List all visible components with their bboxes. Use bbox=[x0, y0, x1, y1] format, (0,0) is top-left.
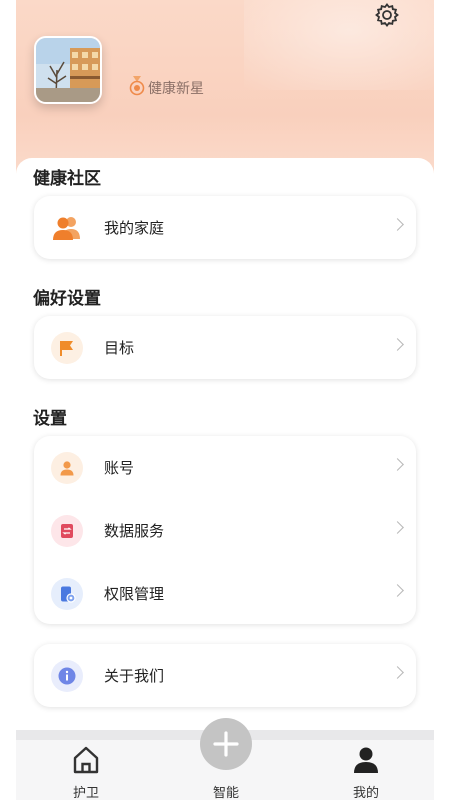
card-community: 我的家庭 bbox=[34, 196, 416, 259]
tab-smart[interactable]: 智能 bbox=[186, 740, 266, 800]
list-item-label: 目标 bbox=[104, 339, 135, 357]
settings-content: 健康社区 我的家庭 偏好设置 目标 设置 账号 数据服务 权限管理 关于我们 bbox=[16, 158, 434, 730]
list-item-my-family[interactable]: 我的家庭 bbox=[34, 196, 416, 259]
list-item-permissions[interactable]: 权限管理 bbox=[34, 562, 416, 625]
chevron-right-icon bbox=[391, 521, 404, 534]
data-service-icon bbox=[51, 514, 83, 547]
gear-icon[interactable] bbox=[372, 0, 402, 30]
list-item-label: 账号 bbox=[104, 459, 135, 477]
list-item-account[interactable]: 账号 bbox=[34, 436, 416, 499]
home-icon bbox=[70, 744, 102, 776]
chevron-right-icon bbox=[391, 666, 404, 679]
medal-icon bbox=[129, 76, 145, 100]
tab-guard[interactable]: 护卫 bbox=[46, 740, 126, 800]
section-title-preferences: 偏好设置 bbox=[33, 289, 101, 309]
list-item-label: 权限管理 bbox=[104, 585, 165, 603]
tab-label: 智能 bbox=[212, 786, 239, 800]
card-preferences: 目标 bbox=[34, 316, 416, 379]
chevron-right-icon bbox=[391, 584, 404, 597]
chevron-right-icon bbox=[391, 458, 404, 471]
list-item-data-service[interactable]: 数据服务 bbox=[34, 499, 416, 562]
tab-label: 我的 bbox=[352, 786, 379, 800]
list-item-about-us[interactable]: 关于我们 bbox=[34, 644, 416, 707]
info-icon bbox=[51, 659, 83, 692]
section-title-community: 健康社区 bbox=[33, 169, 101, 189]
card-settings: 账号 数据服务 权限管理 bbox=[34, 436, 416, 624]
family-icon bbox=[51, 212, 83, 244]
avatar[interactable] bbox=[34, 36, 102, 104]
list-item-goal[interactable]: 目标 bbox=[34, 316, 416, 379]
tab-label: 护卫 bbox=[72, 786, 99, 800]
permission-icon bbox=[51, 577, 83, 610]
card-about: 关于我们 bbox=[34, 644, 416, 707]
user-icon bbox=[51, 451, 83, 484]
chevron-right-icon bbox=[391, 218, 404, 231]
flag-icon bbox=[51, 331, 83, 364]
list-item-label: 数据服务 bbox=[104, 522, 165, 540]
list-item-label: 关于我们 bbox=[104, 667, 165, 685]
person-icon bbox=[350, 744, 382, 776]
tab-mine[interactable]: 我的 bbox=[326, 740, 406, 800]
profile-page: 健康新星 健康社区 我的家庭 偏好设置 目标 设置 账号 数据服务 权限管理 关… bbox=[16, 0, 434, 800]
chevron-right-icon bbox=[391, 338, 404, 351]
list-item-label: 我的家庭 bbox=[104, 219, 165, 237]
section-title-settings: 设置 bbox=[33, 409, 67, 429]
level-badge[interactable]: 健康新星 bbox=[129, 76, 204, 100]
badge-label: 健康新星 bbox=[148, 81, 204, 97]
